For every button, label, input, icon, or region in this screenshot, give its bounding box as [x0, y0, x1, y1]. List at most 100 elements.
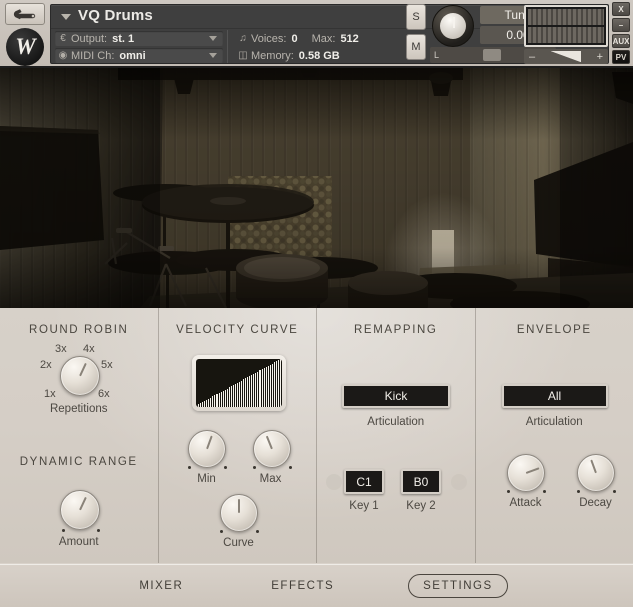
- velocity-bar: [239, 382, 240, 407]
- tab-mixer[interactable]: MIXER: [125, 575, 197, 597]
- pv-button[interactable]: PV: [612, 50, 630, 64]
- velocity-bar: [251, 375, 252, 407]
- knob-indicator: [265, 436, 272, 449]
- remap-articulation-label: Articulation: [317, 416, 475, 428]
- close-icon[interactable]: X: [612, 2, 630, 16]
- velocity-bar: [198, 404, 199, 407]
- decay-label: Decay: [557, 497, 633, 509]
- minimize-icon[interactable]: –: [612, 18, 630, 32]
- velocity-max-label: Max: [233, 473, 309, 485]
- repetitions-knob[interactable]: [60, 356, 100, 396]
- volume-wedge-icon: [551, 51, 581, 62]
- knob-cap: [440, 13, 466, 39]
- tab-settings[interactable]: SETTINGS: [408, 574, 508, 598]
- rr-tick-3x: 3x: [55, 343, 67, 355]
- drum-room-photo: [0, 68, 633, 308]
- dynamic-amount-knob[interactable]: [60, 490, 100, 530]
- envelope-articulation-select[interactable]: All: [502, 384, 608, 408]
- max-voices-value: 512: [340, 33, 358, 45]
- velocity-bar: [243, 379, 244, 407]
- knob-range-dot: [256, 530, 259, 533]
- velocity-bar: [206, 400, 207, 407]
- velocity-max-knob[interactable]: [253, 430, 291, 468]
- knob-indicator: [590, 460, 597, 474]
- mute-button[interactable]: M: [406, 34, 426, 60]
- rr-tick-2x: 2x: [40, 359, 52, 371]
- knob-range-dot: [220, 530, 223, 533]
- velocity-bar: [245, 378, 246, 407]
- attack-knob[interactable]: [507, 454, 545, 492]
- instrument-artwork: [0, 68, 633, 308]
- velocity-bar: [212, 396, 213, 407]
- remap-key2-field[interactable]: B0: [401, 469, 441, 494]
- envelope-title: ENVELOPE: [476, 324, 633, 336]
- velocity-bar: [264, 368, 265, 407]
- velocity-bar: [253, 374, 254, 407]
- velocity-curve-label: Curve: [200, 537, 278, 549]
- velocity-bar: [196, 406, 197, 407]
- dynamic-range-title: DYNAMIC RANGE: [0, 456, 158, 468]
- logo-letter: W: [15, 35, 34, 58]
- volume-slider[interactable]: – +: [524, 49, 608, 64]
- velocity-bar: [223, 391, 224, 407]
- divider: [227, 30, 228, 63]
- knob-range-dot: [613, 490, 616, 493]
- velocity-bar: [214, 395, 215, 407]
- knob-indicator: [238, 499, 240, 513]
- knob-range-dot: [507, 490, 510, 493]
- solo-mute-group: S M: [406, 4, 426, 64]
- kontakt-header: W VQ Drums i: [0, 0, 633, 68]
- remap-key2-label: Key 2: [381, 500, 461, 512]
- chevron-down-icon: [209, 53, 217, 58]
- volume-minus-label: –: [529, 51, 535, 63]
- output-value: st. 1: [112, 33, 134, 45]
- output-field[interactable]: € Output: st. 1: [55, 31, 223, 46]
- attack-label: Attack: [487, 497, 565, 509]
- output-label: Output:: [71, 33, 107, 45]
- midi-icon: ◉: [55, 50, 71, 61]
- velocity-bar: [259, 370, 260, 407]
- tune-knob[interactable]: [432, 5, 474, 47]
- velocity-bar: [216, 394, 217, 407]
- velocity-bar: [249, 376, 250, 407]
- velocity-bar: [204, 401, 205, 407]
- remap-key1-field[interactable]: C1: [344, 469, 384, 494]
- remap-key2-value: B0: [414, 475, 429, 489]
- solo-button[interactable]: S: [406, 4, 426, 30]
- meter-left: [528, 9, 604, 25]
- velocity-bar: [202, 402, 203, 407]
- velocity-curve-knob[interactable]: [220, 494, 258, 532]
- velocity-bar: [229, 387, 230, 407]
- remap-articulation-select[interactable]: Kick: [342, 384, 450, 408]
- pan-handle[interactable]: [483, 49, 501, 61]
- rr-tick-1x: 1x: [44, 388, 56, 400]
- rr-tick-4x: 4x: [83, 343, 95, 355]
- velocity-min-knob[interactable]: [188, 430, 226, 468]
- instrument-name: VQ Drums: [78, 7, 153, 24]
- velocity-bar: [262, 369, 263, 407]
- velocity-curve-graph[interactable]: [196, 359, 282, 407]
- knob-range-dot: [188, 466, 191, 469]
- repetitions-label: Repetitions: [0, 403, 158, 415]
- wavesfactory-logo: W: [6, 28, 44, 66]
- velocity-curve-display[interactable]: [192, 355, 286, 411]
- midi-channel-field[interactable]: ◉ MIDI Ch: omni: [55, 48, 223, 63]
- aux-button[interactable]: AUX: [612, 34, 630, 48]
- knob-range-dot: [253, 466, 256, 469]
- output-icon: €: [55, 33, 71, 44]
- knob-range-dot: [97, 529, 100, 532]
- remapping-title: REMAPPING: [317, 324, 475, 336]
- volume-plus-label: +: [597, 51, 603, 63]
- wrench-icon[interactable]: [5, 3, 45, 25]
- chevron-down-icon[interactable]: [61, 14, 71, 20]
- tab-effects[interactable]: EFFECTS: [257, 575, 348, 597]
- window-controls: X – AUX PV: [611, 2, 631, 66]
- velocity-bar: [276, 361, 277, 407]
- voices-icon: ♫: [235, 33, 251, 44]
- pan-left-label: L: [434, 50, 439, 60]
- plugin-window: W VQ Drums i: [0, 0, 633, 607]
- knob-indicator: [79, 496, 87, 510]
- velocity-bar: [266, 367, 267, 407]
- decay-knob[interactable]: [577, 454, 615, 492]
- knob-range-dot: [577, 490, 580, 493]
